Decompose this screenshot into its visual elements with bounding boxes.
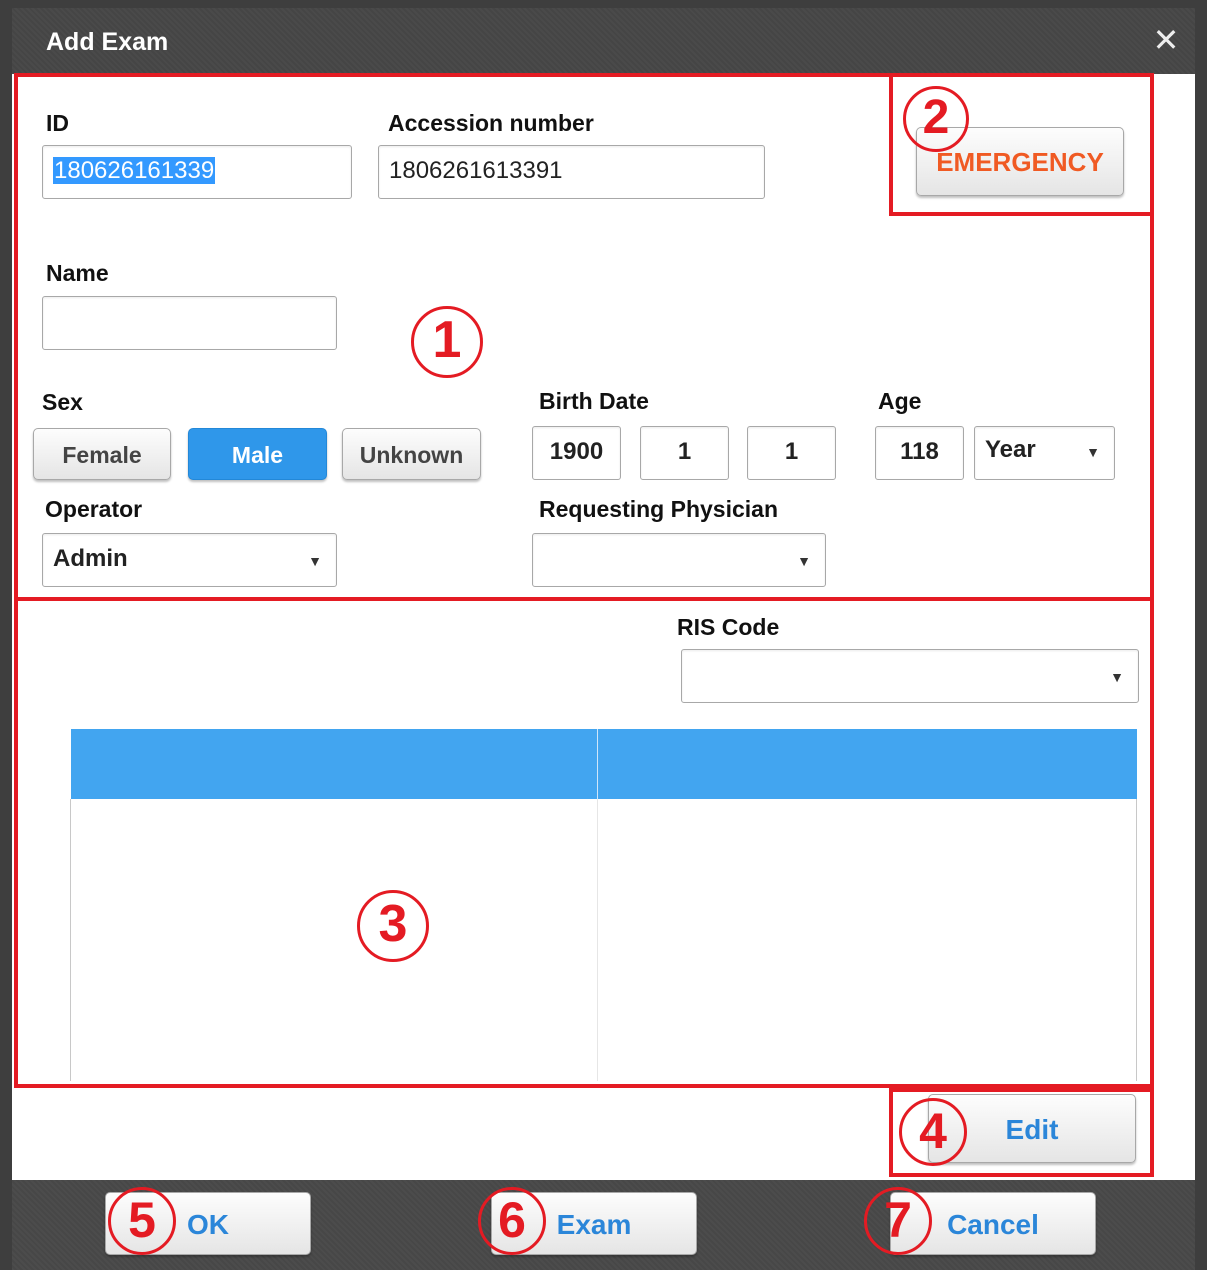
physician-label: Requesting Physician bbox=[539, 496, 779, 522]
age-value: 118 bbox=[900, 438, 939, 465]
sex-unknown-button[interactable]: Unknown bbox=[342, 428, 481, 480]
annotation-marker-5: 5 bbox=[108, 1187, 176, 1255]
table-empty-cell bbox=[70, 799, 598, 1081]
operator-value: Admin bbox=[53, 545, 128, 572]
birth-day-value: 1 bbox=[784, 438, 799, 465]
id-label: ID bbox=[46, 110, 69, 136]
chevron-down-icon bbox=[797, 534, 811, 588]
birth-month-field[interactable]: 1 bbox=[640, 426, 729, 480]
annotation-marker-1: 1 bbox=[411, 306, 483, 378]
operator-select[interactable]: Admin bbox=[42, 533, 337, 587]
age-label: Age bbox=[878, 388, 922, 414]
exam-table bbox=[70, 729, 1137, 1081]
sex-female-button[interactable]: Female bbox=[33, 428, 171, 480]
table-header-col-2[interactable] bbox=[598, 729, 1137, 799]
operator-label: Operator bbox=[45, 496, 143, 522]
annotation-marker-4: 4 bbox=[899, 1098, 967, 1166]
sex-male-button[interactable]: Male bbox=[188, 428, 327, 480]
accession-value: 1806261613391 bbox=[389, 157, 563, 184]
table-header-col-1[interactable] bbox=[70, 729, 598, 799]
annotation-marker-2: 2 bbox=[903, 86, 969, 152]
birth-month-value: 1 bbox=[677, 438, 692, 465]
birth-day-field[interactable]: 1 bbox=[747, 426, 836, 480]
name-field[interactable] bbox=[42, 296, 337, 350]
accession-label: Accession number bbox=[388, 110, 594, 136]
dialog-title: Add Exam bbox=[46, 28, 169, 56]
close-icon[interactable]: ✕ bbox=[1151, 24, 1181, 56]
chevron-down-icon bbox=[308, 534, 322, 588]
accession-field[interactable]: 1806261613391 bbox=[378, 145, 765, 199]
physician-select[interactable] bbox=[532, 533, 826, 587]
chevron-down-icon bbox=[1086, 427, 1100, 477]
age-unit-select[interactable]: Year bbox=[974, 426, 1115, 480]
annotation-marker-7: 7 bbox=[864, 1187, 932, 1255]
ris-code-label: RIS Code bbox=[677, 614, 780, 640]
chevron-down-icon bbox=[1110, 650, 1124, 704]
id-value: 180626161339 bbox=[53, 157, 216, 184]
name-label: Name bbox=[46, 260, 109, 286]
birth-year-value: 1900 bbox=[549, 438, 604, 465]
age-field[interactable]: 118 bbox=[875, 426, 964, 480]
ris-code-select[interactable] bbox=[681, 649, 1139, 703]
table-empty-cell bbox=[597, 799, 1137, 1081]
birth-date-label: Birth Date bbox=[539, 388, 649, 414]
annotation-marker-6: 6 bbox=[478, 1187, 546, 1255]
title-bar: Add Exam ✕ bbox=[12, 8, 1195, 74]
age-unit-value: Year bbox=[985, 436, 1036, 463]
birth-year-field[interactable]: 1900 bbox=[532, 426, 621, 480]
sex-label: Sex bbox=[42, 389, 83, 415]
annotation-marker-3: 3 bbox=[357, 890, 429, 962]
id-field[interactable]: 180626161339 bbox=[42, 145, 352, 199]
